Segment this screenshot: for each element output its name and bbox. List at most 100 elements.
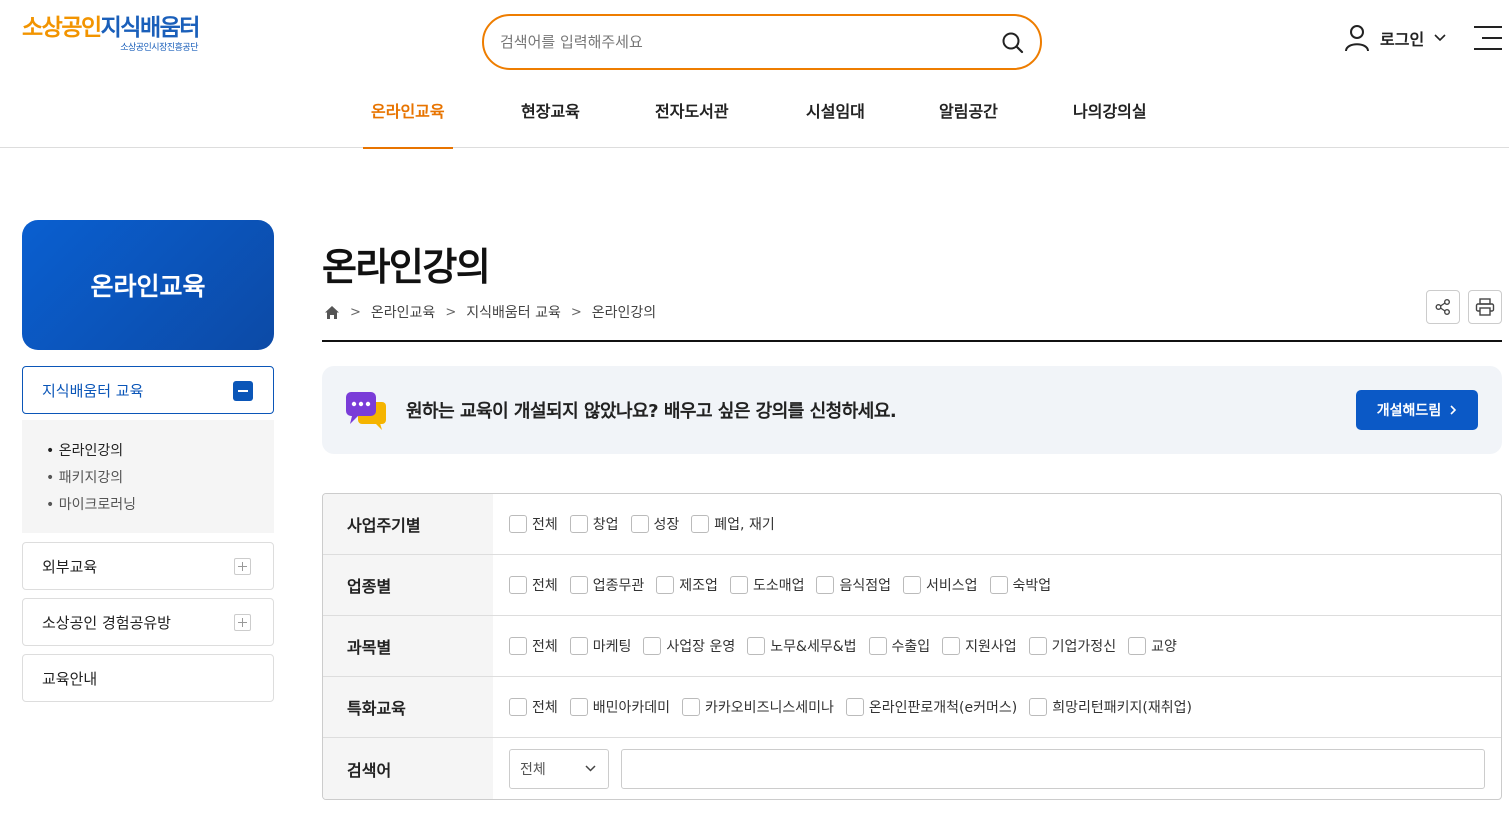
breadcrumb-item[interactable]: 온라인교육 <box>371 302 435 322</box>
hamburger-menu-button[interactable] <box>1474 26 1502 50</box>
search-box <box>482 14 1042 70</box>
checkbox[interactable] <box>509 515 527 533</box>
print-button[interactable] <box>1468 290 1502 324</box>
checkbox[interactable] <box>509 576 527 594</box>
checkbox[interactable] <box>747 637 766 655</box>
sidebar-subitem-package-lecture[interactable]: • 패키지강의 <box>46 465 274 492</box>
filter-option[interactable]: 음식점업 <box>816 575 891 595</box>
filter-option[interactable]: 수출입 <box>868 636 930 656</box>
filter-option-label: 전체 <box>532 639 558 655</box>
checkbox[interactable] <box>1029 698 1048 716</box>
checkbox[interactable] <box>643 637 662 655</box>
filter-option[interactable]: 카카오비즈니스세미나 <box>682 697 834 717</box>
checkbox[interactable] <box>569 515 588 533</box>
chat-bubble-icon <box>346 392 386 430</box>
chevron-down-icon <box>585 765 596 772</box>
checkbox[interactable] <box>509 637 527 655</box>
checkbox[interactable] <box>729 576 748 594</box>
sidebar-subitem-microlearning[interactable]: • 마이크로러닝 <box>46 492 274 519</box>
filter-option[interactable]: 도소매업 <box>729 575 804 595</box>
breadcrumb-item: 온라인강의 <box>591 305 657 321</box>
checkbox[interactable] <box>845 698 864 716</box>
filter-option[interactable]: 온라인판로개척(e커머스) <box>845 697 1018 717</box>
checkbox[interactable] <box>656 576 675 594</box>
sidebar-subitem-online-lecture[interactable]: • 온라인강의 <box>46 438 274 465</box>
expand-icon[interactable] <box>234 614 251 631</box>
checkbox[interactable] <box>1028 637 1047 655</box>
filter-row-business-cycle: 사업주기별 전체 창업 성장 폐업, 재기 <box>323 494 1501 555</box>
share-button[interactable] <box>1426 290 1460 324</box>
filter-option[interactable]: 전체 <box>509 697 558 717</box>
filter-option-label: 전체 <box>532 578 558 594</box>
site-logo[interactable]: 소상공인지식배움터 소상공인시장진흥공단 <box>22 14 202 62</box>
sidebar-group-knowledge[interactable]: 지식배움터 교육 <box>22 366 274 414</box>
filter-option[interactable]: 전체 <box>509 514 558 534</box>
checkbox[interactable] <box>569 576 588 594</box>
filter-option[interactable]: 사업장 운영 <box>643 636 735 656</box>
breadcrumb-item[interactable]: 지식배움터 교육 <box>466 302 561 322</box>
filter-option[interactable]: 배민아카데미 <box>569 697 670 717</box>
checkbox[interactable] <box>682 698 701 716</box>
filter-option[interactable]: 전체 <box>509 636 558 656</box>
checkbox[interactable] <box>509 698 527 716</box>
filter-option[interactable]: 노무&세무&법 <box>747 636 857 656</box>
sidebar-item-guide[interactable]: 교육안내 <box>22 654 274 702</box>
filter-option-label: 폐업, 재기 <box>714 517 775 533</box>
checkbox[interactable] <box>630 515 649 533</box>
filter-option-label: 전체 <box>532 700 558 716</box>
search-button[interactable] <box>1000 30 1026 56</box>
filter-option[interactable]: 성장 <box>630 514 679 534</box>
sidebar-title: 온라인교육 <box>22 220 274 350</box>
keyword-scope-select[interactable]: 전체 <box>509 749 609 789</box>
sidebar-item-experience[interactable]: 소상공인 경험공유방 <box>22 598 274 646</box>
filter-option-label: 마케팅 <box>592 639 632 655</box>
filter-option-label: 숙박업 <box>1012 578 1052 594</box>
gnb-online-education[interactable]: 온라인교육 <box>363 80 453 149</box>
gnb-e-library[interactable]: 전자도서관 <box>655 80 729 148</box>
filter-option-label: 교양 <box>1151 639 1177 655</box>
filter-option[interactable]: 마케팅 <box>569 636 632 656</box>
collapse-icon[interactable] <box>233 381 253 401</box>
filter-option[interactable]: 지원사업 <box>942 636 1017 656</box>
print-icon <box>1475 298 1495 316</box>
filter-option[interactable]: 업종무관 <box>569 575 645 595</box>
logo-subtext: 소상공인시장진흥공단 <box>120 43 198 53</box>
filter-option[interactable]: 창업 <box>569 514 619 534</box>
logo-text: 소상공인지식배움터 <box>22 15 200 41</box>
gnb-field-education[interactable]: 현장교육 <box>521 80 580 148</box>
filter-option-label: 업종무관 <box>592 578 645 594</box>
checkbox[interactable] <box>691 515 710 533</box>
checkbox[interactable] <box>989 576 1008 594</box>
filter-option[interactable]: 기업가정신 <box>1028 636 1116 656</box>
filter-option-label: 서비스업 <box>926 578 978 594</box>
filter-option[interactable]: 전체 <box>509 575 558 595</box>
filter-option[interactable]: 제조업 <box>656 575 718 595</box>
gnb-my-classroom[interactable]: 나의강의실 <box>1073 80 1147 148</box>
share-icon <box>1435 299 1450 315</box>
checkbox[interactable] <box>816 576 835 594</box>
checkbox[interactable] <box>569 698 588 716</box>
filter-option-label: 노무&세무&법 <box>770 639 857 655</box>
filter-option[interactable]: 폐업, 재기 <box>691 514 775 534</box>
sidebar-item-external[interactable]: 외부교육 <box>22 542 274 590</box>
checkbox[interactable] <box>903 576 921 594</box>
login-button[interactable]: 로그인 <box>1344 24 1446 52</box>
filter-option-label: 온라인판로개척(e커머스) <box>868 700 1018 716</box>
keyword-input[interactable] <box>621 749 1485 789</box>
filter-option[interactable]: 희망리턴패키지(재취업) <box>1029 697 1192 717</box>
search-input[interactable] <box>500 28 980 56</box>
gnb-facility-rental[interactable]: 시설임대 <box>806 80 865 148</box>
filter-option[interactable]: 숙박업 <box>989 575 1052 595</box>
chevron-right-icon <box>1450 405 1457 415</box>
checkbox[interactable] <box>569 637 588 655</box>
filter-option[interactable]: 교양 <box>1128 636 1177 656</box>
expand-icon[interactable] <box>234 558 251 575</box>
filter-option[interactable]: 서비스업 <box>903 575 978 595</box>
open-request-button[interactable]: 개설해드림 <box>1356 390 1478 430</box>
checkbox[interactable] <box>942 637 961 655</box>
checkbox[interactable] <box>868 637 887 655</box>
chevron-down-icon <box>1434 34 1446 42</box>
checkbox[interactable] <box>1128 637 1147 655</box>
filter-option-label: 지원사업 <box>965 639 1017 655</box>
gnb-notice[interactable]: 알림공간 <box>939 80 998 148</box>
